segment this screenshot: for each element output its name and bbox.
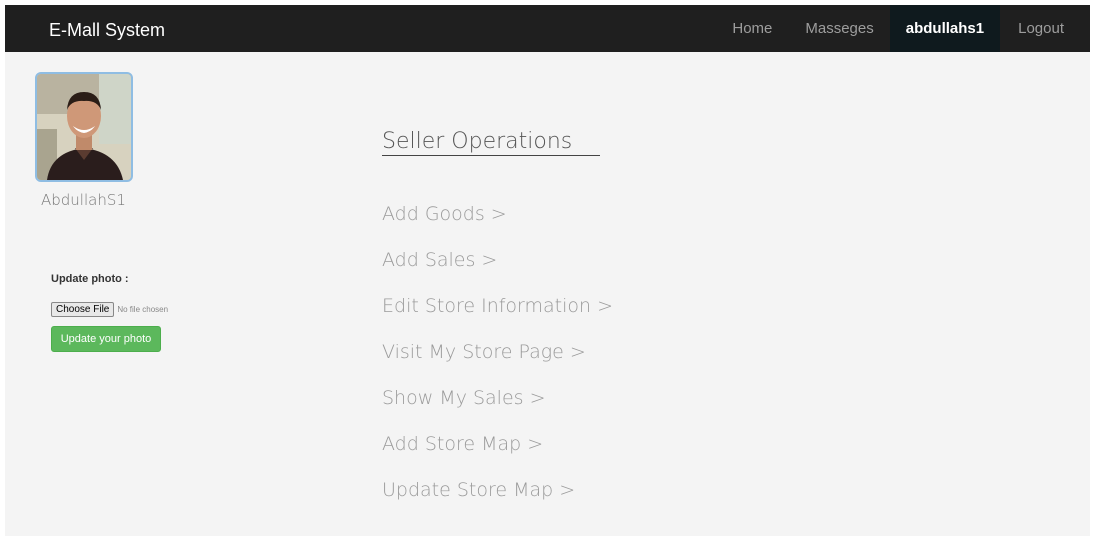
top-navbar: E-Mall System Home Masseges abdullahs1 L… [5,5,1090,52]
op-add-sales[interactable]: Add Sales > [382,247,613,293]
nav-messages[interactable]: Masseges [789,5,889,52]
seller-operations-title: Seller Operations [382,129,573,154]
nav-home[interactable]: Home [715,5,789,52]
operations-list: Add Goods > Add Sales > Edit Store Infor… [382,201,613,523]
op-add-goods[interactable]: Add Goods > [382,201,613,247]
file-input: Choose File No file chosen [51,302,168,317]
update-photo-button[interactable]: Update your photo [51,326,161,352]
brand-logo[interactable]: E-Mall System [49,5,165,56]
avatar [35,72,133,182]
title-underline [382,155,600,156]
update-photo-label: Update photo : [51,273,129,285]
nav-menu: Home Masseges abdullahs1 Logout [715,5,1090,52]
op-edit-store-information[interactable]: Edit Store Information > [382,293,613,339]
page-frame: E-Mall System Home Masseges abdullahs1 L… [5,5,1090,536]
username-label: AbdullahS1 [41,191,126,209]
nav-user-profile[interactable]: abdullahs1 [889,5,1001,52]
avatar-photo [37,74,131,180]
op-add-store-map[interactable]: Add Store Map > [382,431,613,477]
op-update-store-map[interactable]: Update Store Map > [382,477,613,523]
op-show-my-sales[interactable]: Show My Sales > [382,385,613,431]
no-file-text: No file chosen [117,305,169,314]
choose-file-button[interactable]: Choose File [51,302,115,317]
nav-logout[interactable]: Logout [1000,5,1090,52]
op-visit-my-store-page[interactable]: Visit My Store Page > [382,339,613,385]
